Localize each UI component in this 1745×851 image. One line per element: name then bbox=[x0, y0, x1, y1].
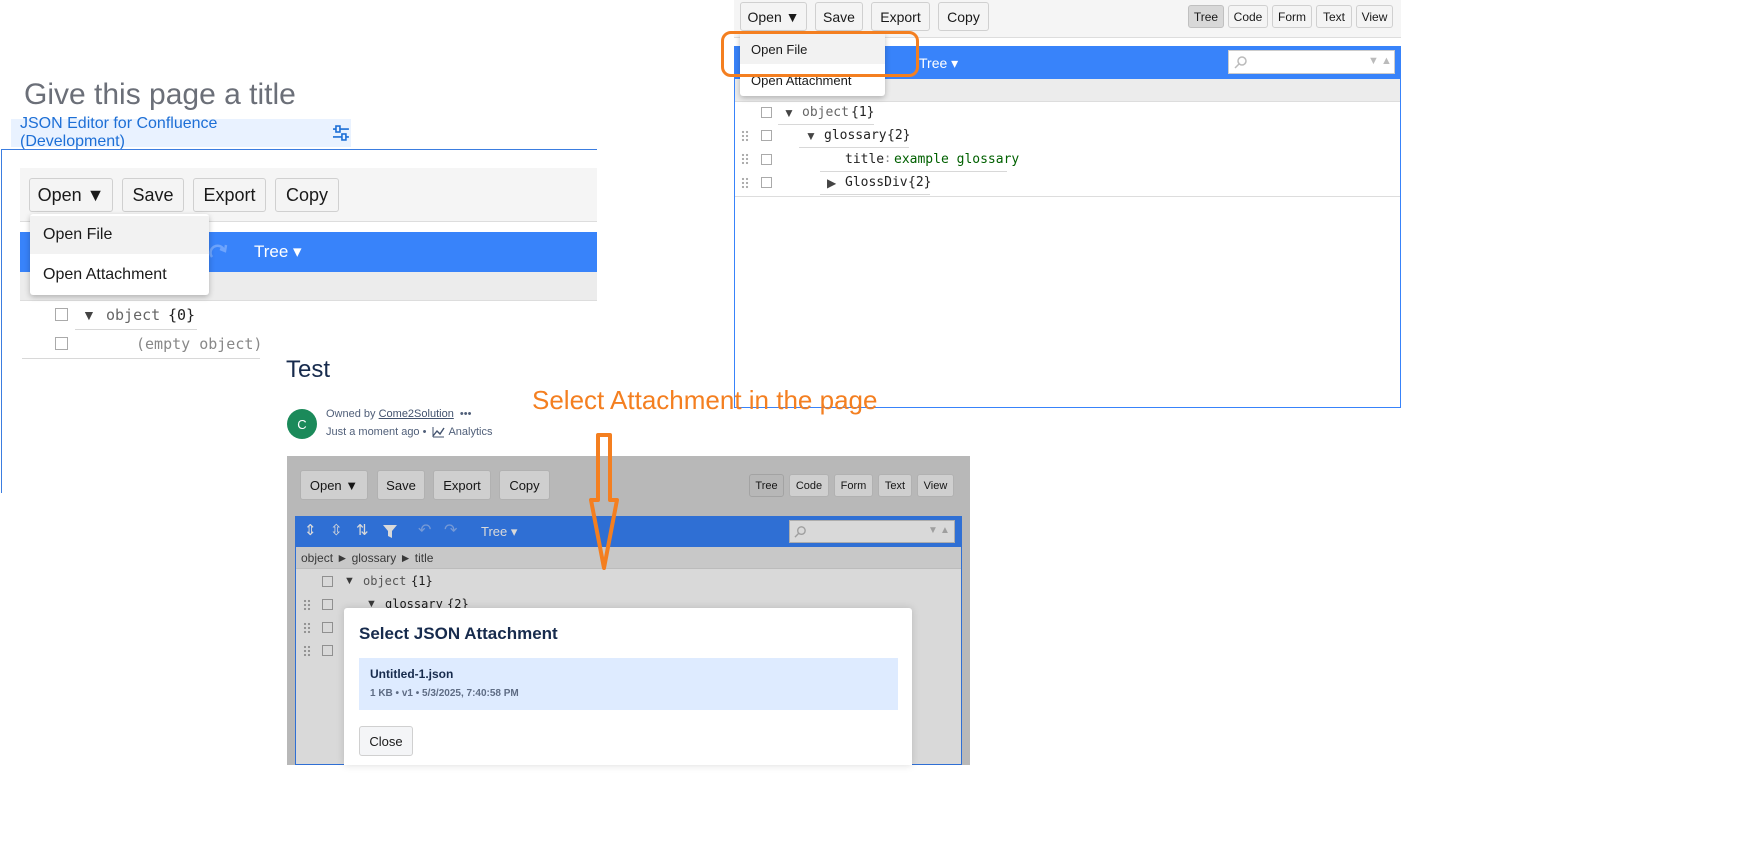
row-underline bbox=[75, 329, 197, 330]
macro-label[interactable]: JSON Editor for Confluence (Development) bbox=[11, 115, 351, 150]
owner-line: Owned by Come2Solution ••• bbox=[326, 408, 471, 420]
timestamp: Just a moment ago • bbox=[326, 426, 427, 438]
mode-tree-dropdown[interactable]: Tree ▾ bbox=[919, 55, 958, 72]
row-checkbox[interactable] bbox=[761, 177, 772, 188]
row-checkbox[interactable] bbox=[761, 154, 772, 165]
copy-button[interactable]: Copy bbox=[275, 178, 339, 212]
attachment-list-item[interactable]: Untitled-1.json 1 KB • v1 • 5/3/2025, 7:… bbox=[359, 658, 898, 710]
avatar[interactable]: C bbox=[287, 409, 317, 439]
open-button[interactable]: Open ▼ bbox=[740, 2, 807, 31]
tree-node-key[interactable]: title bbox=[845, 152, 884, 167]
menu-item-open-file[interactable]: Open File bbox=[30, 216, 209, 254]
analytics-link[interactable]: Analytics bbox=[448, 426, 492, 438]
tree-node-count: {2} bbox=[887, 128, 911, 143]
mode-form-button[interactable]: Form bbox=[1272, 5, 1312, 28]
owner-prefix: Owned by bbox=[326, 408, 376, 420]
expand-arrow-icon[interactable]: ▼ bbox=[783, 106, 795, 120]
row-checkbox[interactable] bbox=[55, 308, 68, 321]
close-button[interactable]: Close bbox=[359, 726, 413, 756]
drag-handle[interactable] bbox=[741, 177, 749, 189]
mode-tree-button[interactable]: Tree bbox=[1188, 5, 1224, 28]
mode-view-button[interactable]: View bbox=[1356, 5, 1393, 28]
tree-node-key[interactable]: object bbox=[802, 105, 849, 120]
mode-code-button[interactable]: Code bbox=[1228, 5, 1268, 28]
search-icon bbox=[1234, 56, 1247, 69]
open-button[interactable]: Open ▼ bbox=[29, 178, 113, 212]
highlight-outline bbox=[721, 31, 919, 77]
copy-button[interactable]: Copy bbox=[938, 2, 989, 31]
annotation-text: Select Attachment in the page bbox=[532, 385, 878, 415]
more-icon[interactable]: ••• bbox=[460, 408, 472, 420]
save-button[interactable]: Save bbox=[815, 2, 863, 31]
annotation-arrow-icon bbox=[589, 433, 619, 570]
row-checkbox[interactable] bbox=[761, 130, 772, 141]
annotation-line bbox=[1003, 407, 1401, 408]
expand-arrow-icon[interactable]: ▼ bbox=[805, 129, 817, 143]
analytics-icon bbox=[432, 427, 446, 438]
row-checkbox[interactable] bbox=[761, 107, 772, 118]
search-prev-icon[interactable]: ▼ bbox=[1368, 55, 1379, 67]
macro-label-text: JSON Editor for Confluence (Development) bbox=[20, 115, 218, 150]
time-line: Just a moment ago • Analytics bbox=[326, 426, 493, 438]
owner-link[interactable]: Come2Solution bbox=[379, 408, 454, 420]
settings-sliders-icon[interactable] bbox=[331, 124, 351, 142]
mode-tree-dropdown[interactable]: Tree ▾ bbox=[254, 242, 302, 262]
mode-text-button[interactable]: Text bbox=[1316, 5, 1352, 28]
drag-handle[interactable] bbox=[741, 130, 749, 142]
expand-arrow-icon[interactable]: ▼ bbox=[82, 307, 96, 323]
select-attachment-dialog: Select JSON Attachment Untitled-1.json 1… bbox=[344, 608, 912, 765]
export-button[interactable]: Export bbox=[871, 2, 930, 31]
row-underline bbox=[778, 124, 874, 125]
empty-object-label: (empty object) bbox=[136, 335, 263, 353]
row-underline bbox=[820, 194, 930, 195]
tree-node-count: {1} bbox=[851, 105, 875, 120]
key-value-separator: : bbox=[884, 151, 892, 165]
attachment-file-meta: 1 KB • v1 • 5/3/2025, 7:40:58 PM bbox=[370, 688, 519, 699]
row-underline bbox=[22, 358, 260, 359]
open-menu-left: Open File Open Attachment bbox=[30, 214, 209, 295]
row-underline bbox=[799, 147, 909, 148]
tree-node-key[interactable]: GlossDiv bbox=[845, 175, 908, 190]
redo-icon[interactable] bbox=[207, 241, 229, 263]
section-title: Test bbox=[286, 356, 331, 383]
editor-right-divider bbox=[735, 196, 1400, 197]
drag-handle[interactable] bbox=[741, 153, 749, 165]
row-checkbox[interactable] bbox=[55, 337, 68, 350]
tree-node-value[interactable]: example glossary bbox=[894, 152, 1019, 167]
attachment-file-name: Untitled-1.json bbox=[370, 667, 454, 681]
search-box[interactable]: ▼ ▲ bbox=[1228, 50, 1395, 74]
tree-node-count: {0} bbox=[168, 306, 196, 324]
search-next-icon[interactable]: ▲ bbox=[1381, 55, 1392, 67]
dialog-title: Select JSON Attachment bbox=[359, 624, 558, 643]
tree-node-key[interactable]: object bbox=[106, 306, 160, 324]
tree-node-key[interactable]: glossary bbox=[824, 128, 887, 143]
row-underline bbox=[820, 171, 1007, 172]
page-title[interactable]: Give this page a title bbox=[24, 78, 296, 112]
menu-item-open-attachment[interactable]: Open Attachment bbox=[30, 256, 209, 294]
save-button[interactable]: Save bbox=[122, 178, 184, 212]
export-button[interactable]: Export bbox=[193, 178, 266, 212]
collapse-arrow-icon[interactable]: ▶ bbox=[827, 176, 836, 190]
tree-node-count: {2} bbox=[908, 175, 932, 190]
